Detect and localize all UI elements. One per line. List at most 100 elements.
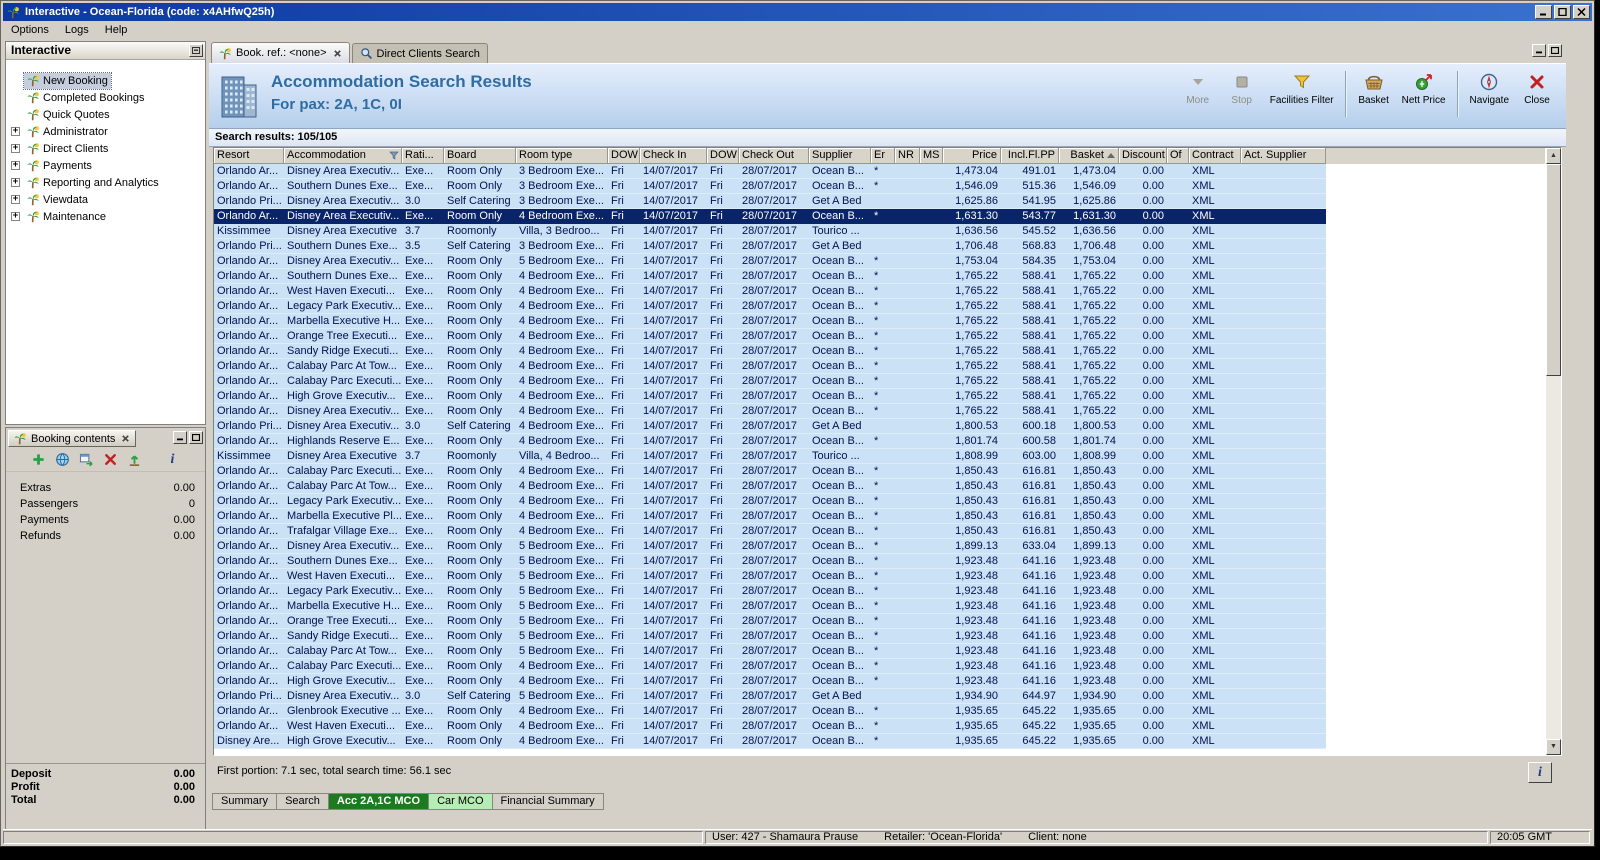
result-row[interactable]: Orlando Pri... Disney Area Executiv... 3.0… (214, 689, 1326, 704)
panel-collapse-button[interactable] (189, 44, 203, 57)
upload-button[interactable] (126, 451, 144, 469)
result-row[interactable]: Orlando Pri... Disney Area Executiv... 3.0… (214, 194, 1326, 209)
result-row[interactable]: Orlando Ar... Sandy Ridge Executi... Exe..… (214, 344, 1326, 359)
expand-icon[interactable]: + (11, 161, 20, 170)
column-filter-icon[interactable] (389, 150, 399, 163)
basket-button[interactable]: Basket (1353, 69, 1395, 125)
sidebar-item-payments[interactable]: + Payments (6, 157, 205, 174)
result-row[interactable]: Orlando Ar... West Haven Executi... Exe...… (214, 284, 1326, 299)
sidebar-item-completed-bookings[interactable]: Completed Bookings (6, 89, 205, 106)
result-row[interactable]: Orlando Ar... Disney Area Executiv... Exe.… (214, 404, 1326, 419)
result-row[interactable]: Orlando Ar... Disney Area Executiv... Exe.… (214, 164, 1326, 179)
booking-item-passengers[interactable]: Passengers 0 (6, 496, 205, 512)
panel-minimize-button[interactable] (173, 431, 187, 444)
column-header-resort[interactable]: Resort (214, 148, 284, 164)
result-row[interactable]: Orlando Ar... Calabay Parc At Tow... Exe..… (214, 644, 1326, 659)
result-row[interactable]: Orlando Pri... Southern Dunes Exe... 3.5 Se… (214, 239, 1326, 254)
column-header-price[interactable]: Price (943, 148, 1001, 164)
result-row[interactable]: Orlando Ar... Southern Dunes Exe... Exe...… (214, 554, 1326, 569)
column-header-check_out[interactable]: Check Out (739, 148, 809, 164)
result-row[interactable]: Orlando Ar... High Grove Executiv... Exe..… (214, 389, 1326, 404)
result-row[interactable]: Orlando Ar... Calabay Parc Executi... Exe.… (214, 464, 1326, 479)
booking-contents-tab[interactable]: Booking contents (8, 430, 137, 447)
close-button[interactable]: Close (1516, 69, 1558, 125)
sidebar-item-new-booking[interactable]: New Booking (6, 71, 205, 90)
column-header-dow_out[interactable]: DOW (707, 148, 739, 164)
result-row[interactable]: Orlando Ar... Marbella Executive Pl... Exe… (214, 509, 1326, 524)
column-header-of[interactable]: Of (1167, 148, 1189, 164)
result-row[interactable]: Disney Are... High Grove Executiv... Exe..… (214, 734, 1326, 749)
result-row[interactable]: Orlando Ar... Disney Area Executiv... Exe.… (214, 254, 1326, 269)
bottom-tab-summary[interactable]: Summary (212, 793, 278, 810)
navigate-button[interactable]: Navigate (1465, 69, 1514, 125)
scroll-down-button[interactable]: ▼ (1546, 739, 1561, 755)
sidebar-item-administrator[interactable]: + Administrator (6, 123, 205, 140)
sidebar-item-maintenance[interactable]: + Maintenance (6, 208, 205, 225)
expand-icon[interactable]: + (11, 127, 20, 136)
result-row[interactable]: Orlando Ar... Highlands Reserve E... Exe..… (214, 434, 1326, 449)
booking-item-refunds[interactable]: Refunds 0.00 (6, 528, 205, 544)
sidebar-item-quick-quotes[interactable]: Quick Quotes (6, 106, 205, 123)
result-row[interactable]: Orlando Ar... Calabay Parc Executi... Exe.… (214, 374, 1326, 389)
expand-icon[interactable]: + (11, 178, 20, 187)
column-header-contract[interactable]: Contract (1189, 148, 1241, 164)
expand-icon[interactable]: + (11, 195, 20, 204)
expand-icon[interactable]: + (11, 212, 20, 221)
column-header-rating[interactable]: Rati... (402, 148, 444, 164)
column-header-er[interactable]: Er (871, 148, 895, 164)
result-row[interactable]: Kissimmee Disney Area Executive 3.7 Roomonl… (214, 449, 1326, 464)
booking-item-payments[interactable]: Payments 0.00 (6, 512, 205, 528)
panel-maximize-button[interactable] (189, 431, 203, 444)
column-header-dow_in[interactable]: DOW (608, 148, 640, 164)
column-header-act_supplier[interactable]: Act. Supplier (1241, 148, 1326, 164)
sidebar-item-reporting-and-analytics[interactable]: + Reporting and Analytics (6, 174, 205, 191)
tab-close-icon[interactable] (333, 49, 342, 58)
column-header-board[interactable]: Board (444, 148, 516, 164)
close-button[interactable] (1573, 5, 1590, 19)
result-row[interactable]: Orlando Pri... Disney Area Executiv... 3.0… (214, 419, 1326, 434)
web-button[interactable] (54, 451, 72, 469)
panel-minimize-button[interactable] (1532, 44, 1546, 57)
facilities-filter-button[interactable]: Facilities Filter (1265, 69, 1339, 125)
column-header-incl_fl_pp[interactable]: Incl.Fl.PP (1001, 148, 1059, 164)
scrollbar-thumb[interactable] (1546, 164, 1561, 376)
column-header-basket[interactable]: Basket (1059, 148, 1119, 164)
column-header-ms[interactable]: MS (920, 148, 943, 164)
bottom-tab-car-mco[interactable]: Car MCO (428, 793, 493, 810)
close-panel-icon[interactable] (121, 434, 130, 443)
result-row[interactable]: Orlando Ar... Legacy Park Executiv... Exe.… (214, 494, 1326, 509)
sidebar-item-viewdata[interactable]: + Viewdata (6, 191, 205, 208)
scroll-up-button[interactable]: ▲ (1546, 148, 1561, 164)
result-row[interactable]: Orlando Ar... Trafalgar Village Exe... Exe… (214, 524, 1326, 539)
result-row[interactable]: Orlando Ar... Sandy Ridge Executi... Exe..… (214, 629, 1326, 644)
result-row[interactable]: Orlando Ar... Disney Area Executiv... Exe.… (214, 209, 1326, 224)
result-row[interactable]: Orlando Ar... Orange Tree Executi... Exe..… (214, 329, 1326, 344)
result-row[interactable]: Orlando Ar... Legacy Park Executiv... Exe.… (214, 299, 1326, 314)
result-row[interactable]: Orlando Ar... Calabay Parc At Tow... Exe..… (214, 479, 1326, 494)
column-header-discount[interactable]: Discount (1119, 148, 1167, 164)
result-row[interactable]: Orlando Ar... Legacy Park Executiv... Exe.… (214, 584, 1326, 599)
result-row[interactable]: Orlando Ar... High Grove Executiv... Exe..… (214, 674, 1326, 689)
result-row[interactable]: Orlando Ar... Marbella Executive H... Exe.… (214, 314, 1326, 329)
menu-help[interactable]: Help (97, 22, 136, 39)
result-row[interactable]: Orlando Ar... Southern Dunes Exe... Exe...… (214, 179, 1326, 194)
vertical-scrollbar[interactable]: ▲ ▼ (1545, 148, 1561, 755)
bottom-tab-financial-summary[interactable]: Financial Summary (491, 793, 604, 810)
column-header-check_in[interactable]: Check In (640, 148, 707, 164)
info-button[interactable]: i (164, 451, 182, 469)
result-row[interactable]: Orlando Ar... Orange Tree Executi... Exe..… (214, 614, 1326, 629)
menu-logs[interactable]: Logs (57, 22, 97, 39)
maximize-button[interactable] (1554, 5, 1571, 19)
tab-book-ref-none[interactable]: Book. ref.: <none> (211, 42, 350, 63)
column-header-accommodation[interactable]: Accommodation (284, 148, 402, 164)
result-row[interactable]: Orlando Ar... Glenbrook Executive ... Exe.… (214, 704, 1326, 719)
booking-item-extras[interactable]: Extras 0.00 (6, 480, 205, 496)
result-row[interactable]: Orlando Ar... West Haven Executi... Exe...… (214, 719, 1326, 734)
panel-maximize-button[interactable] (1548, 44, 1562, 57)
result-row[interactable]: Orlando Ar... Calabay Parc At Tow... Exe..… (214, 359, 1326, 374)
column-header-nr[interactable]: NR (895, 148, 920, 164)
result-row[interactable]: Orlando Ar... Marbella Executive H... Exe.… (214, 599, 1326, 614)
menu-options[interactable]: Options (3, 22, 57, 39)
result-row[interactable]: Orlando Ar... West Haven Executi... Exe...… (214, 569, 1326, 584)
export-button[interactable] (78, 451, 96, 469)
